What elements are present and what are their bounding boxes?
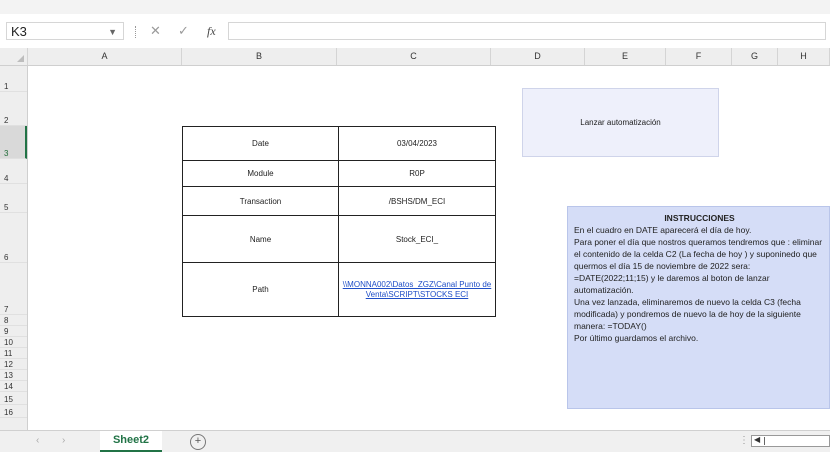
column-header-b[interactable]: B xyxy=(182,48,337,65)
table-cell-name[interactable]: Stock_ECI_ xyxy=(338,215,496,263)
scroll-tabs-left-icon[interactable]: ‹ xyxy=(36,435,39,446)
row-header-3[interactable]: 3 xyxy=(0,126,27,159)
table-cell-label[interactable]: Date xyxy=(182,126,339,161)
cancel-icon[interactable]: ✕ xyxy=(150,22,161,40)
instructions-title: INSTRUCCIONES xyxy=(664,213,735,223)
parameters-table: Date 03/04/2023 Module R0P Transaction /… xyxy=(182,126,496,317)
table-cell-module[interactable]: R0P xyxy=(338,160,496,187)
row-headers: 1 2 3 4 5 6 7 8 9 10 11 12 13 14 15 16 xyxy=(0,66,28,430)
row-header-15[interactable]: 15 xyxy=(0,392,27,405)
row-header-13[interactable]: 13 xyxy=(0,370,27,381)
column-header-g[interactable]: G xyxy=(732,48,778,65)
instructions-line: Una vez lanzada, eliminaremos de nuevo l… xyxy=(574,297,801,331)
plus-circle-icon[interactable]: + xyxy=(190,434,206,450)
row-header-2[interactable]: 2 xyxy=(0,92,27,126)
table-row: Module R0P xyxy=(182,160,496,187)
table-cell-date[interactable]: 03/04/2023 xyxy=(338,126,496,161)
instructions-line: =DATE(2022;11;15) y le daremos al boton … xyxy=(574,273,770,295)
column-header-h[interactable]: H xyxy=(778,48,830,65)
row-header-10[interactable]: 10 xyxy=(0,337,27,348)
formula-bar: K3 ▼ ✕ ✓ fx xyxy=(0,14,830,48)
instructions-line: Para poner el día que nostros queramos t… xyxy=(574,237,823,271)
scroll-tabs-right-icon[interactable]: › xyxy=(62,435,65,446)
row-header-6[interactable]: 6 xyxy=(0,213,27,263)
row-header-14[interactable]: 14 xyxy=(0,381,27,392)
name-box[interactable]: K3 ▼ xyxy=(6,22,124,40)
enter-icon[interactable]: ✓ xyxy=(178,22,189,40)
instructions-box[interactable]: INSTRUCCIONES En el cuadro en DATE apare… xyxy=(567,206,830,409)
tab-splitter-icon[interactable]: ⋮ xyxy=(739,435,749,446)
formula-input[interactable] xyxy=(228,22,826,40)
table-cell-label[interactable]: Name xyxy=(182,215,339,263)
row-header-7[interactable]: 7 xyxy=(0,263,27,315)
table-row: Transaction /BSHS/DM_ECI xyxy=(182,186,496,216)
ribbon-group-labels-strip xyxy=(0,0,830,14)
table-cell-label[interactable]: Transaction xyxy=(182,186,339,216)
sheet-tab-sheet2[interactable]: Sheet2 xyxy=(100,431,162,452)
launch-automation-button[interactable]: Lanzar automatización xyxy=(522,88,719,157)
launch-automation-label: Lanzar automatización xyxy=(580,118,661,127)
row-header-4[interactable]: 4 xyxy=(0,159,27,184)
table-cell-transaction[interactable]: /BSHS/DM_ECI xyxy=(338,186,496,216)
column-header-f[interactable]: F xyxy=(666,48,732,65)
row-header-8[interactable]: 8 xyxy=(0,315,27,326)
column-header-e[interactable]: E xyxy=(585,48,666,65)
column-headers: A B C D E F G H xyxy=(0,48,830,66)
table-cell-label[interactable]: Path xyxy=(182,262,339,317)
table-row: Name Stock_ECI_ xyxy=(182,215,496,263)
row-header-12[interactable]: 12 xyxy=(0,359,27,370)
row-header-5[interactable]: 5 xyxy=(0,184,27,213)
formula-bar-separator xyxy=(135,26,138,38)
table-cell-path[interactable]: \\MONNA002\Datos_ZGZ\Canal Punto de Vent… xyxy=(338,262,496,317)
table-cell-label[interactable]: Module xyxy=(182,160,339,187)
row-header-1[interactable]: 1 xyxy=(0,66,27,92)
instructions-line: En el cuadro en DATE aparecerá el día de… xyxy=(574,225,752,235)
column-header-a[interactable]: A xyxy=(28,48,182,65)
column-header-d[interactable]: D xyxy=(491,48,585,65)
scrollbar-thumb[interactable] xyxy=(764,437,765,445)
column-header-c[interactable]: C xyxy=(337,48,491,65)
instructions-line: Por último guardamos el archivo. xyxy=(574,333,699,343)
row-header-9[interactable]: 9 xyxy=(0,326,27,337)
table-row: Path \\MONNA002\Datos_ZGZ\Canal Punto de… xyxy=(182,262,496,317)
name-box-value: K3 xyxy=(11,24,27,39)
horizontal-scrollbar[interactable]: ◀ xyxy=(751,435,830,447)
sheet-tabs-bar: ‹ › Sheet2 + ⋮ ◀ xyxy=(0,430,830,452)
path-link[interactable]: \\MONNA002\Datos_ZGZ\Canal Punto de Vent… xyxy=(343,280,492,299)
select-all-corner[interactable] xyxy=(0,48,28,65)
row-header-16[interactable]: 16 xyxy=(0,405,27,418)
table-row: Date 03/04/2023 xyxy=(182,126,496,161)
caret-left-icon[interactable]: ◀ xyxy=(754,435,760,444)
chevron-down-icon[interactable]: ▼ xyxy=(108,23,117,41)
row-header-11[interactable]: 11 xyxy=(0,348,27,359)
insert-function-icon[interactable]: fx xyxy=(207,22,216,40)
